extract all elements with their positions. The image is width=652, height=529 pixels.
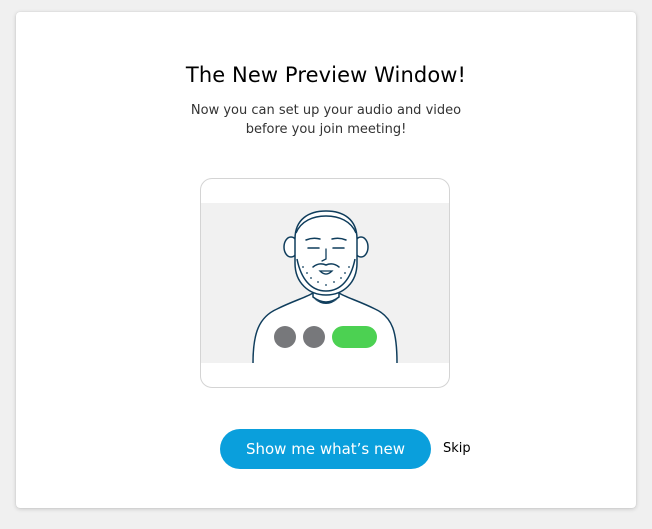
preview-illustration <box>200 178 450 388</box>
skip-link[interactable]: Skip <box>443 441 471 456</box>
dialog-subtitle: Now you can set up your audio and video … <box>16 101 636 139</box>
mute-audio-icon <box>274 326 296 348</box>
mute-video-icon <box>303 326 325 348</box>
dialog-title: The New Preview Window! <box>185 63 467 87</box>
person-preview-icon <box>201 203 449 364</box>
join-pill-icon <box>332 326 377 348</box>
show-whats-new-button[interactable]: Show me what’s new <box>220 429 431 469</box>
subtitle-line-2: before you join meeting! <box>245 122 407 137</box>
subtitle-line-1: Now you can set up your audio and video <box>190 103 462 118</box>
preview-intro-dialog: The New Preview Window! Now you can set … <box>16 12 636 508</box>
